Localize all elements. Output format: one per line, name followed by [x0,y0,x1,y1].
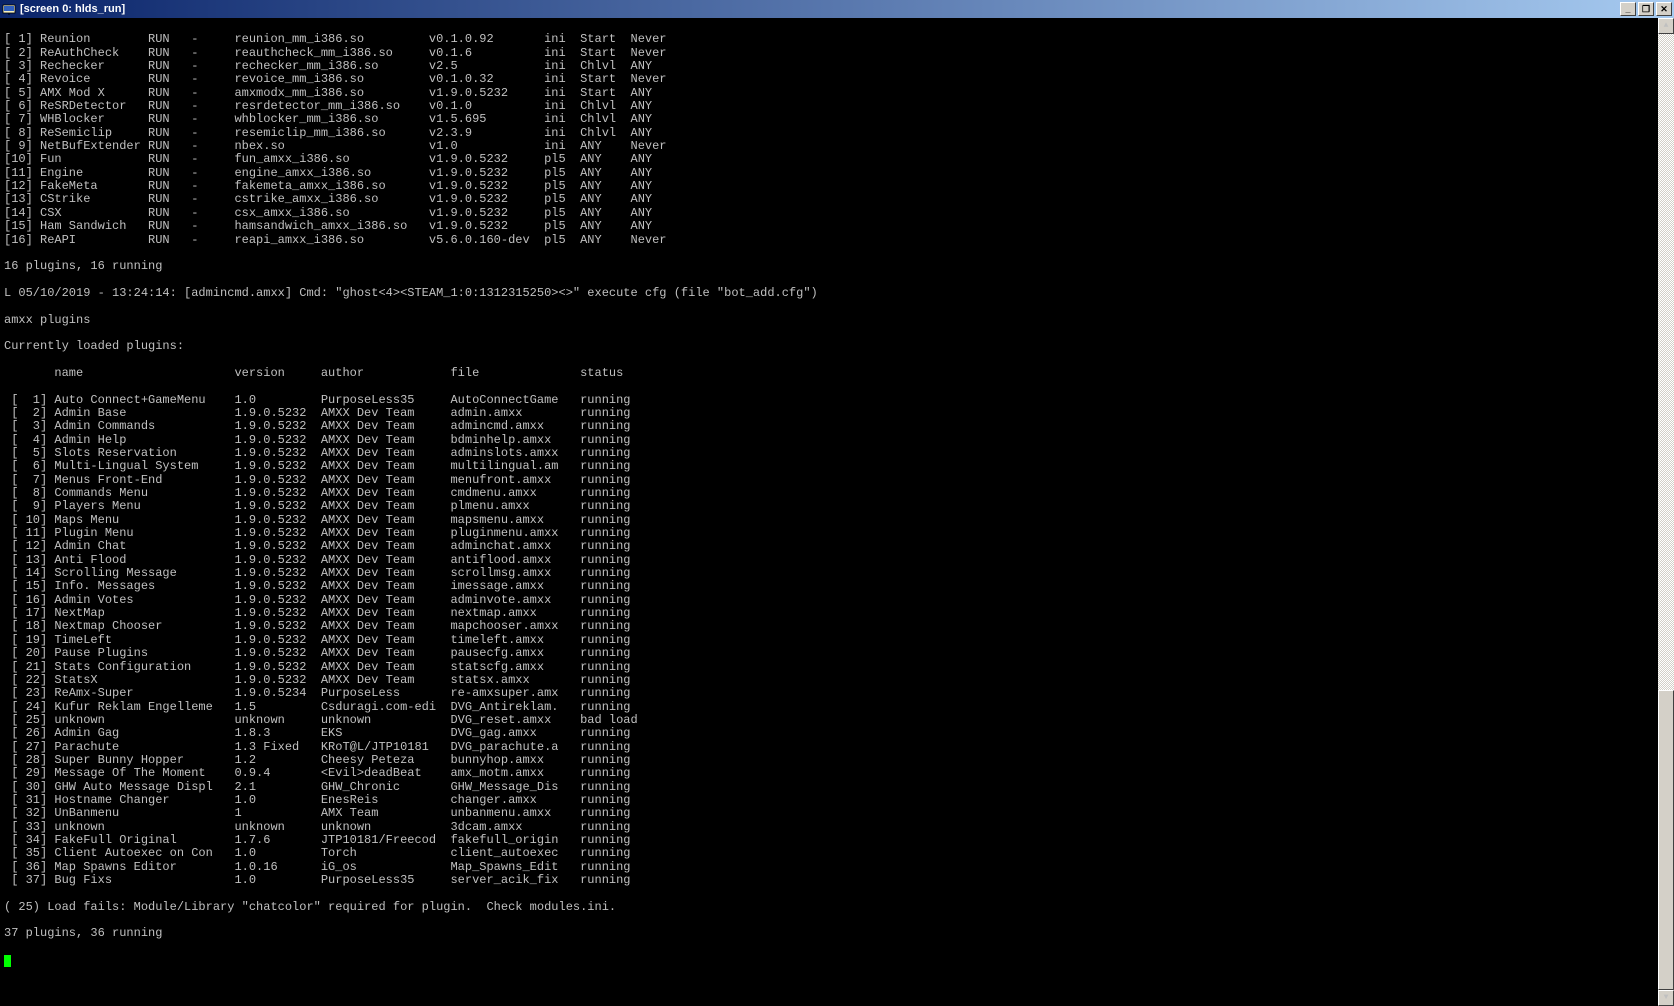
close-button[interactable]: ✕ [1656,2,1672,16]
amxx-row: [ 16] Admin Votes 1.9.0.5232 AMXX Dev Te… [4,594,1670,607]
amxx-header: Currently loaded plugins: [4,340,1670,353]
amxx-row: [ 18] Nextmap Chooser 1.9.0.5232 AMXX De… [4,620,1670,633]
amxx-row: [ 13] Anti Flood 1.9.0.5232 AMXX Dev Tea… [4,554,1670,567]
amxx-row: [ 12] Admin Chat 1.9.0.5232 AMXX Dev Tea… [4,540,1670,553]
amxx-row: [ 29] Message Of The Moment 0.9.4 <Evil>… [4,767,1670,780]
meta-row: [ 2] ReAuthCheck RUN - reauthcheck_mm_i3… [4,47,1670,60]
meta-row: [10] Fun RUN - fun_amxx_i386.so v1.9.0.5… [4,153,1670,166]
cmd-line: amxx plugins [4,314,1670,327]
meta-row: [14] CSX RUN - csx_amxx_i386.so v1.9.0.5… [4,207,1670,220]
amxx-row: [ 10] Maps Menu 1.9.0.5232 AMXX Dev Team… [4,514,1670,527]
meta-summary: 16 plugins, 16 running [4,260,1670,273]
meta-row: [ 5] AMX Mod X RUN - amxmodx_mm_i386.so … [4,87,1670,100]
meta-row: [ 8] ReSemiclip RUN - resemiclip_mm_i386… [4,127,1670,140]
meta-row: [ 6] ReSRDetector RUN - resrdetector_mm_… [4,100,1670,113]
meta-row: [ 3] Rechecker RUN - rechecker_mm_i386.s… [4,60,1670,73]
amxx-row: [ 2] Admin Base 1.9.0.5232 AMXX Dev Team… [4,407,1670,420]
scrollbar[interactable]: ▲ ▼ [1658,18,1674,1006]
amxx-row: [ 31] Hostname Changer 1.0 EnesReis chan… [4,794,1670,807]
meta-row: [ 7] WHBlocker RUN - whblocker_mm_i386.s… [4,113,1670,126]
amxx-row: [ 35] Client Autoexec on Con 1.0 Torch c… [4,847,1670,860]
meta-row: [15] Ham Sandwich RUN - hamsandwich_amxx… [4,220,1670,233]
minimize-button[interactable]: _ [1620,2,1636,16]
meta-row: [ 1] Reunion RUN - reunion_mm_i386.so v0… [4,33,1670,46]
scroll-track[interactable] [1658,34,1674,990]
amxx-row: [ 20] Pause Plugins 1.9.0.5232 AMXX Dev … [4,647,1670,660]
amxx-row: [ 21] Stats Configuration 1.9.0.5232 AMX… [4,661,1670,674]
amxx-row: [ 7] Menus Front-End 1.9.0.5232 AMXX Dev… [4,474,1670,487]
amxx-row: [ 14] Scrolling Message 1.9.0.5232 AMXX … [4,567,1670,580]
load-fail-line: ( 25) Load fails: Module/Library "chatco… [4,901,1670,914]
amxx-row: [ 9] Players Menu 1.9.0.5232 AMXX Dev Te… [4,500,1670,513]
amxx-row: [ 19] TimeLeft 1.9.0.5232 AMXX Dev Team … [4,634,1670,647]
meta-row: [12] FakeMeta RUN - fakemeta_amxx_i386.s… [4,180,1670,193]
amxx-row: [ 22] StatsX 1.9.0.5232 AMXX Dev Team st… [4,674,1670,687]
amxx-row: [ 24] Kufur Reklam Engelleme 1.5 Csdurag… [4,701,1670,714]
amxx-row: [ 33] unknown unknown unknown 3dcam.amxx… [4,821,1670,834]
amxx-column-header: name version author file status [4,367,1670,380]
cursor [4,955,11,967]
amxx-summary: 37 plugins, 36 running [4,927,1670,940]
maximize-button[interactable]: ❐ [1638,2,1654,16]
amxx-row: [ 30] GHW Auto Message Displ 2.1 GHW_Chr… [4,781,1670,794]
amxx-row: [ 25] unknown unknown unknown DVG_reset.… [4,714,1670,727]
window-title: [screen 0: hlds_run] [20,3,1620,15]
putty-icon [2,2,16,16]
window-titlebar: [screen 0: hlds_run] _ ❐ ✕ [0,0,1674,18]
amxx-row: [ 15] Info. Messages 1.9.0.5232 AMXX Dev… [4,580,1670,593]
amxx-row: [ 1] Auto Connect+GameMenu 1.0 PurposeLe… [4,394,1670,407]
amxx-row: [ 32] UnBanmenu 1 AMX Team unbanmenu.amx… [4,807,1670,820]
amxx-row: [ 5] Slots Reservation 1.9.0.5232 AMXX D… [4,447,1670,460]
amxx-row: [ 23] ReAmx-Super 1.9.0.5234 PurposeLess… [4,687,1670,700]
scroll-thumb[interactable] [1658,690,1674,990]
amxx-row: [ 3] Admin Commands 1.9.0.5232 AMXX Dev … [4,420,1670,433]
amxx-row: [ 37] Bug Fixs 1.0 PurposeLess35 server_… [4,874,1670,887]
meta-row: [13] CStrike RUN - cstrike_amxx_i386.so … [4,193,1670,206]
amxx-row: [ 34] FakeFull Original 1.7.6 JTP10181/F… [4,834,1670,847]
amxx-row: [ 36] Map Spawns Editor 1.0.16 iG_os Map… [4,861,1670,874]
amxx-row: [ 26] Admin Gag 1.8.3 EKS DVG_gag.amxx r… [4,727,1670,740]
log-line: L 05/10/2019 - 13:24:14: [admincmd.amxx]… [4,287,1670,300]
amxx-row: [ 4] Admin Help 1.9.0.5232 AMXX Dev Team… [4,434,1670,447]
meta-row: [11] Engine RUN - engine_amxx_i386.so v1… [4,167,1670,180]
amxx-row: [ 6] Multi-Lingual System 1.9.0.5232 AMX… [4,460,1670,473]
amxx-row: [ 17] NextMap 1.9.0.5232 AMXX Dev Team n… [4,607,1670,620]
meta-row: [16] ReAPI RUN - reapi_amxx_i386.so v5.6… [4,234,1670,247]
terminal-output[interactable]: [ 1] Reunion RUN - reunion_mm_i386.so v0… [0,18,1674,1006]
amxx-row: [ 8] Commands Menu 1.9.0.5232 AMXX Dev T… [4,487,1670,500]
meta-row: [ 9] NetBufExtender RUN - nbex.so v1.0 i… [4,140,1670,153]
amxx-row: [ 28] Super Bunny Hopper 1.2 Cheesy Pete… [4,754,1670,767]
amxx-row: [ 27] Parachute 1.3 Fixed KRoT@L/JTP1018… [4,741,1670,754]
scroll-down-button[interactable]: ▼ [1658,990,1674,1006]
meta-row: [ 4] Revoice RUN - revoice_mm_i386.so v0… [4,73,1670,86]
scroll-up-button[interactable]: ▲ [1658,18,1674,34]
amxx-row: [ 11] Plugin Menu 1.9.0.5232 AMXX Dev Te… [4,527,1670,540]
